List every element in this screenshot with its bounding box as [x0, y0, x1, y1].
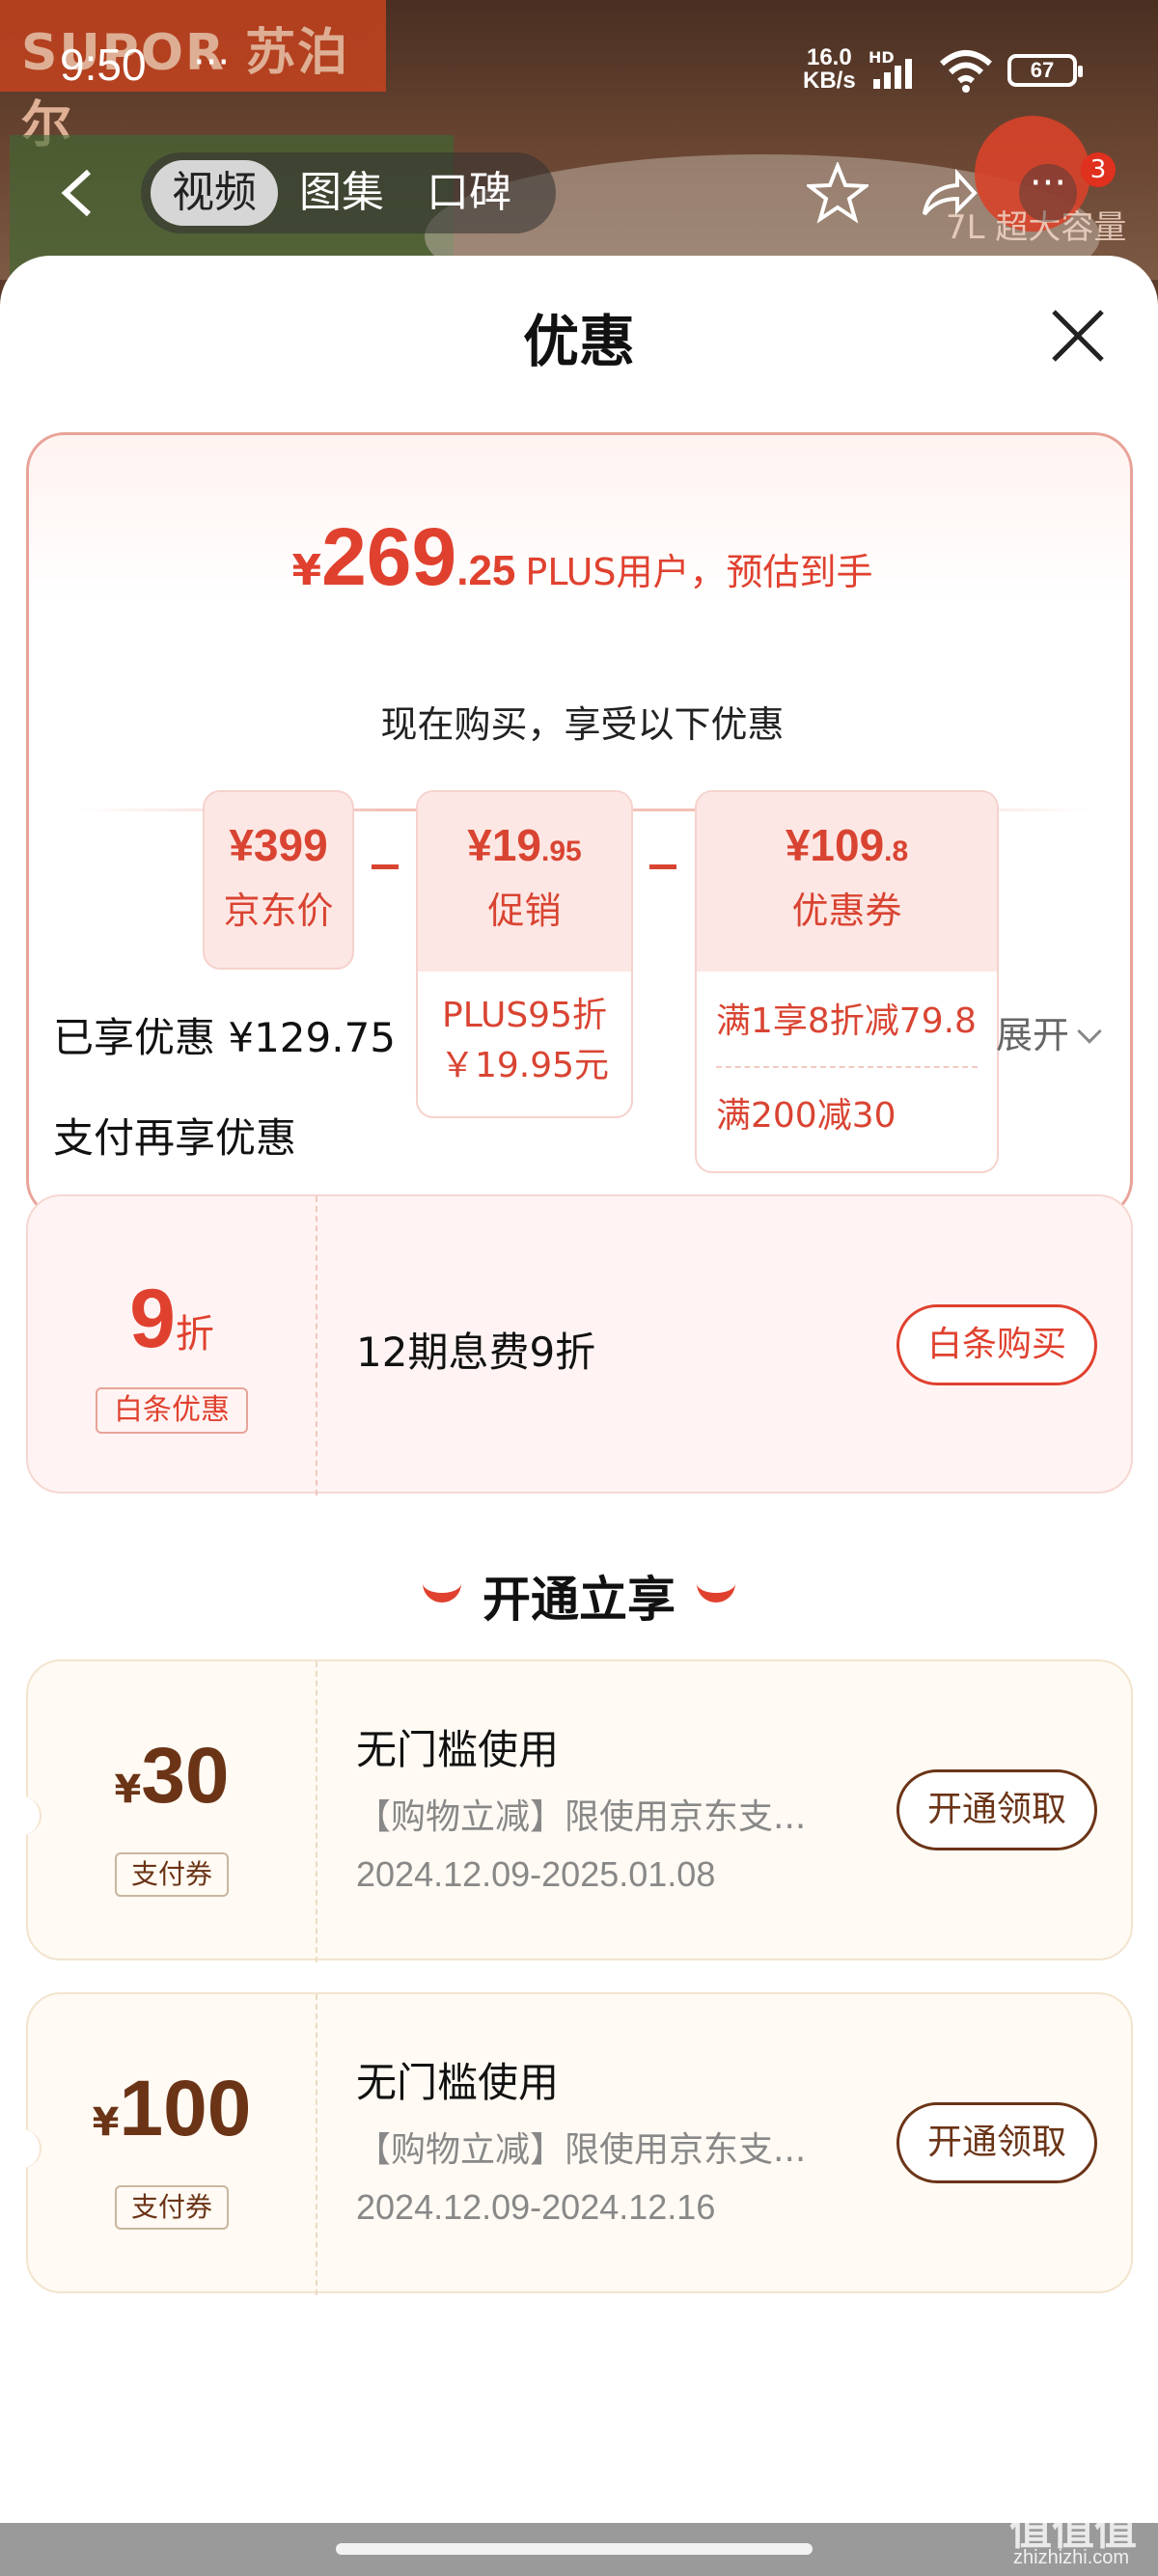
tab-video[interactable]: 视频 [151, 160, 278, 226]
coupon-box: ¥109.8 优惠券 满1享8折减79.8 满200减30 [695, 790, 999, 1173]
baitiao-text: 12期息费9折 [356, 1329, 596, 1376]
chevron-down-icon [1077, 1019, 1102, 1044]
signal-icon [873, 59, 912, 89]
pay-more-heading: 支付再享优惠 [53, 1114, 297, 1162]
promotion-box: ¥19.95 促销 PLUS95折 ￥19.95元 [416, 790, 633, 1118]
discount-sheet: 优惠 ¥269.25 PLUS用户，预估到手 现在购买，享受以下优惠 ¥399 京… [0, 256, 1158, 2576]
pay-coupon-card: ¥30 支付券 无门槛使用 【购物立减】限使用京东支... 2024.12.09… [14, 1659, 1133, 1962]
wifi-icon [940, 50, 992, 93]
tab-reviews[interactable]: 口碑 [405, 160, 533, 226]
coupon-title: 无门槛使用 [356, 2059, 560, 2106]
coupon-detail: 满1享8折减79.8 [716, 1001, 977, 1041]
battery-icon: 67 [1007, 54, 1083, 87]
coupon-amount: ¥30 [114, 1732, 230, 1820]
promotion-detail: ￥19.95元 [439, 1046, 610, 1085]
coupon-tag: 支付券 [115, 2185, 229, 2230]
dashed-separator [316, 1196, 317, 1495]
favorite-star-icon[interactable] [807, 162, 868, 224]
minus-sign [649, 864, 676, 869]
more-icon[interactable]: ··· [1019, 164, 1077, 222]
dashed-separator [316, 1994, 317, 2295]
back-icon[interactable] [58, 168, 96, 218]
smile-icon [423, 1581, 461, 1603]
estimated-price: ¥269.25 PLUS用户，预估到手 [291, 511, 873, 602]
coupon-description: 【购物立减】限使用京东支... [356, 1797, 807, 1837]
baitiao-tag: 白条优惠 [96, 1387, 248, 1434]
status-extras: ··· [193, 41, 231, 85]
status-bar: 9:50 ··· 16.0 KB/s HD 67 [0, 0, 1158, 135]
jd-price-box: ¥399 京东价 [203, 790, 354, 970]
coupon-validity: 2024.12.09-2025.01.08 [356, 1854, 716, 1894]
coupon-detail: 满200减30 [716, 1096, 896, 1136]
coupon-amount: ¥100 [92, 2065, 252, 2152]
sheet-title: 优惠 [522, 309, 635, 374]
smile-icon [697, 1581, 735, 1603]
baitiao-discount: 9折 [129, 1273, 214, 1365]
promotion-detail: PLUS95折 [442, 996, 607, 1035]
pay-coupon-card: ¥100 支付券 无门槛使用 【购物立减】限使用京东支... 2024.12.0… [14, 1992, 1133, 2295]
tab-gallery[interactable]: 图集 [278, 160, 405, 226]
enjoyed-discount-total: 已享优惠 ¥129.75 [53, 1014, 397, 1061]
open-benefits-heading: 开通立享 [0, 1561, 1158, 1631]
coupon-title: 无门槛使用 [356, 1726, 560, 1773]
status-time: 9:50 [60, 40, 147, 90]
share-icon[interactable] [919, 164, 979, 222]
dashed-separator [316, 1661, 317, 1962]
home-indicator[interactable] [336, 2543, 813, 2555]
expand-button[interactable]: 展开 [996, 1005, 1102, 1058]
coupon-tag: 支付券 [115, 1852, 229, 1897]
network-speed: 16.0 KB/s [803, 44, 856, 94]
claim-button[interactable]: 开通领取 [896, 2102, 1097, 2183]
close-icon[interactable] [1048, 306, 1108, 366]
now-buy-caption: 现在购买，享受以下优惠 [380, 703, 785, 746]
media-tabs: 视频 图集 口碑 [141, 152, 556, 233]
coupon-validity: 2024.12.09-2024.12.16 [356, 2187, 716, 2227]
minus-sign [372, 864, 399, 869]
notification-badge: 3 [1081, 152, 1116, 187]
watermark-site: zhizhizhi.com [1013, 2547, 1130, 2568]
claim-button[interactable]: 开通领取 [896, 1769, 1097, 1850]
coupon-description: 【购物立减】限使用京东支... [356, 2130, 807, 2170]
baitiao-offer-card: 9折 白条优惠 12期息费9折 白条购买 [26, 1194, 1133, 1495]
price-summary-card: ¥269.25 PLUS用户，预估到手 现在购买，享受以下优惠 ¥399 京东价 … [26, 432, 1133, 1219]
baitiao-buy-button[interactable]: 白条购买 [896, 1304, 1097, 1385]
